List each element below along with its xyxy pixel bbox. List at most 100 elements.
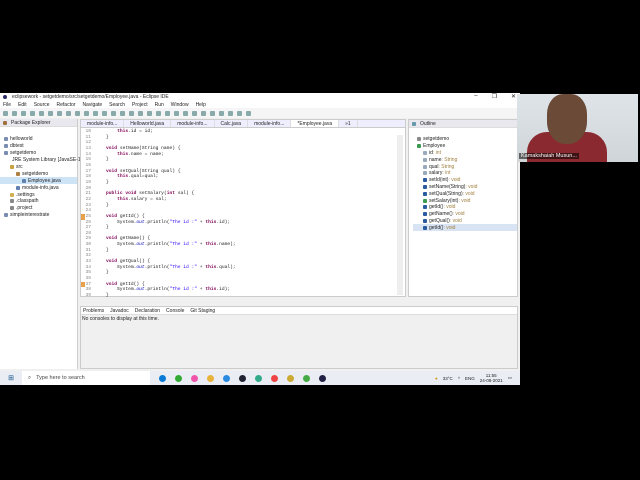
code-area[interactable]: 10 this.id = id; 11 } 12 13 void setName(St…: [81, 129, 397, 299]
taskbar-app-icon[interactable]: [255, 374, 262, 382]
weather-temp[interactable]: 33°C: [443, 376, 453, 381]
toolbar-button-icon[interactable]: [246, 110, 251, 116]
outline-title[interactable]: Outline: [420, 121, 436, 127]
outline-item[interactable]: getId() : void: [413, 224, 517, 232]
toolbar-button-icon[interactable]: [174, 110, 179, 116]
toolbar-button-icon[interactable]: [147, 110, 152, 116]
outline-item[interactable]: setName(String) : void: [413, 184, 517, 191]
toolbar-button-icon[interactable]: [48, 110, 53, 116]
close-button[interactable]: ✕: [511, 93, 516, 100]
toolbar-button-icon[interactable]: [75, 110, 80, 116]
bottom-tab-declaration[interactable]: Declaration: [135, 308, 160, 314]
toolbar-button-icon[interactable]: [219, 110, 224, 116]
toolbar-button-icon[interactable]: [165, 110, 170, 116]
taskbar-app-icon[interactable]: [271, 374, 278, 382]
tree-item[interactable]: setgetdemo: [0, 170, 77, 177]
editor-tab[interactable]: »1: [339, 120, 358, 127]
menu-item-refactor[interactable]: Refactor: [57, 102, 76, 108]
bottom-tab-console[interactable]: Console: [166, 308, 184, 314]
taskbar-app-icon[interactable]: [239, 374, 246, 382]
taskbar-app-icon[interactable]: [191, 374, 198, 382]
outline-item[interactable]: salary : int: [413, 170, 517, 177]
toolbar-button-icon[interactable]: [57, 110, 62, 116]
language[interactable]: ENG: [465, 376, 475, 381]
tree-item[interactable]: .settings: [0, 191, 77, 198]
editor-tab[interactable]: Helloworld.java: [124, 120, 172, 127]
outline-item[interactable]: setgetdemo: [413, 136, 517, 143]
outline-item[interactable]: name : String: [413, 156, 517, 163]
tray-overflow-icon[interactable]: ^: [458, 376, 460, 381]
outline-item[interactable]: getName() : void: [413, 211, 517, 218]
tree-item[interactable]: module-info.java: [0, 184, 77, 191]
toolbar-button-icon[interactable]: [111, 110, 116, 116]
tree-item[interactable]: simpleinterestrate: [0, 212, 77, 219]
toolbar-button-icon[interactable]: [129, 110, 134, 116]
outline-item[interactable]: Employee: [413, 143, 517, 150]
toolbar-button-icon[interactable]: [192, 110, 197, 116]
menu-item-file[interactable]: File: [3, 102, 11, 108]
tree-item[interactable]: JRE System Library [JavaSE-1: [0, 157, 81, 164]
taskbar-search[interactable]: ⌕ Type here to search: [22, 371, 150, 385]
menu-item-source[interactable]: Source: [34, 102, 50, 108]
toolbar-button-icon[interactable]: [102, 110, 107, 116]
windows-start-icon[interactable]: ⊞: [0, 374, 22, 382]
editor-tab[interactable]: *Employee.java: [291, 120, 340, 127]
tree-item[interactable]: dbtest: [0, 143, 77, 150]
toolbar-button-icon[interactable]: [237, 110, 242, 116]
toolbar-button-icon[interactable]: [84, 110, 89, 116]
toolbar-button-icon[interactable]: [201, 110, 206, 116]
tree-item[interactable]: src: [0, 164, 77, 171]
bottom-tab-git-staging[interactable]: Git Staging: [190, 308, 215, 314]
toolbar-button-icon[interactable]: [21, 110, 26, 116]
taskbar-app-icon[interactable]: [175, 374, 182, 382]
tree-item[interactable]: setgetdemo: [0, 150, 77, 157]
outline-item[interactable]: setId(int) : void: [413, 177, 517, 184]
menu-item-window[interactable]: Window: [171, 102, 189, 108]
bottom-tab-javadoc[interactable]: Javadoc: [110, 308, 129, 314]
tree-item[interactable]: .classpath: [0, 198, 77, 205]
editor-tab[interactable]: Calc.java: [215, 120, 249, 127]
toolbar-button-icon[interactable]: [138, 110, 143, 116]
clock[interactable]: 11:55 24-08-2021: [480, 373, 503, 383]
outline-item[interactable]: setSalary(int) : void: [413, 197, 517, 204]
editor-tab[interactable]: module-info...: [81, 120, 125, 127]
outline-item[interactable]: setQual(String) : void: [413, 190, 517, 197]
outline-item[interactable]: qual : String: [413, 163, 517, 170]
notification-icon[interactable]: ▭: [508, 375, 512, 381]
maximize-button[interactable]: ❐: [492, 93, 497, 100]
taskbar-app-icon[interactable]: [319, 374, 326, 382]
menu-item-navigate[interactable]: Navigate: [82, 102, 102, 108]
tree-item[interactable]: .project: [0, 205, 77, 212]
editor-tab[interactable]: module-info...: [248, 120, 292, 127]
tree-item[interactable]: Employee.java: [0, 177, 77, 185]
toolbar-button-icon[interactable]: [120, 110, 125, 116]
menu-item-run[interactable]: Run: [155, 102, 164, 108]
toolbar-button-icon[interactable]: [183, 110, 188, 116]
editor-tab[interactable]: module-info...: [171, 120, 215, 127]
taskbar-app-icon[interactable]: [159, 374, 166, 382]
outline-item[interactable]: getQual() : void: [413, 218, 517, 225]
bottom-tab-problems[interactable]: Problems: [83, 308, 104, 314]
editor-scrollbar[interactable]: [397, 135, 403, 295]
toolbar-button-icon[interactable]: [30, 110, 35, 116]
taskbar-app-icon[interactable]: [287, 374, 294, 382]
toolbar-button-icon[interactable]: [3, 110, 8, 116]
toolbar-button-icon[interactable]: [12, 110, 17, 116]
toolbar-button-icon[interactable]: [210, 110, 215, 116]
menu-item-help[interactable]: Help: [196, 102, 206, 108]
toolbar-button-icon[interactable]: [156, 110, 161, 116]
package-explorer-title[interactable]: Package Explorer: [11, 120, 50, 126]
outline-item[interactable]: getId() : void: [413, 204, 517, 211]
taskbar-app-icon[interactable]: [207, 374, 214, 382]
toolbar-button-icon[interactable]: [228, 110, 233, 116]
menu-item-search[interactable]: Search: [109, 102, 125, 108]
taskbar-app-icon[interactable]: [303, 374, 310, 382]
toolbar-button-icon[interactable]: [93, 110, 98, 116]
menu-item-project[interactable]: Project: [132, 102, 148, 108]
toolbar-button-icon[interactable]: [66, 110, 71, 116]
tree-item[interactable]: helloworld: [0, 136, 77, 143]
toolbar-button-icon[interactable]: [39, 110, 44, 116]
minimize-button[interactable]: –: [474, 93, 477, 100]
menu-item-edit[interactable]: Edit: [18, 102, 27, 108]
taskbar-app-icon[interactable]: [223, 374, 230, 382]
